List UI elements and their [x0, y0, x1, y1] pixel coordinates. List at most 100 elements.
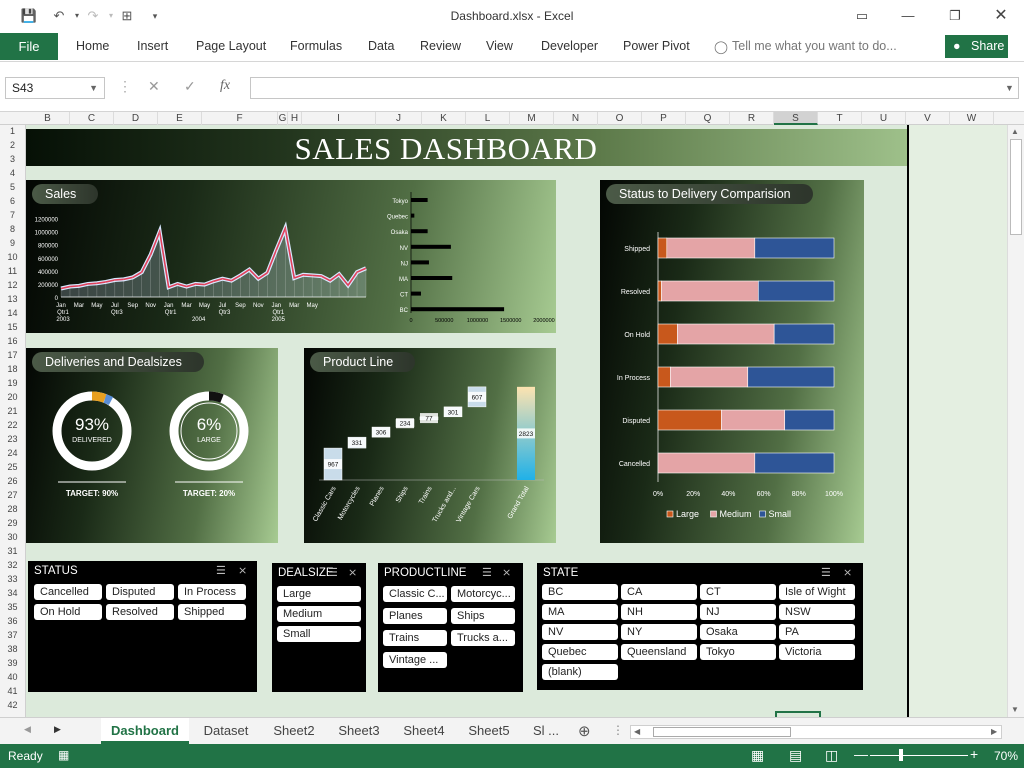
add-sheet-icon[interactable]: ⊕ [578, 722, 591, 740]
page-break-view-icon[interactable]: ◫ [825, 747, 838, 764]
row-header[interactable]: 19 [0, 377, 25, 390]
prev-sheet-icon[interactable]: ◀ [24, 724, 31, 735]
column-header[interactable]: O [598, 112, 642, 125]
minimize-icon[interactable]: — [897, 6, 919, 26]
row-header[interactable]: 35 [0, 601, 25, 614]
slicer-item[interactable]: MA [542, 604, 618, 620]
row-header[interactable]: 9 [0, 237, 25, 250]
tab-splitter-icon[interactable]: ⋮ [612, 723, 624, 737]
scroll-right-icon[interactable]: ▶ [991, 727, 997, 736]
column-header[interactable]: V [906, 112, 950, 125]
row-header[interactable]: 8 [0, 223, 25, 236]
slicer-item[interactable]: NJ [700, 604, 776, 620]
slicer-item[interactable]: Trains [383, 630, 447, 646]
vertical-scrollbar[interactable]: ▲ ▼ [1007, 125, 1024, 717]
insert-function-icon[interactable]: fx [220, 78, 230, 94]
row-header[interactable]: 7 [0, 209, 25, 222]
row-header[interactable]: 30 [0, 531, 25, 544]
column-header[interactable]: B [26, 112, 70, 125]
tell-me-search[interactable]: Tell me what you want to do... [732, 39, 897, 53]
slicer-item[interactable]: Large [277, 586, 361, 602]
slicer-item[interactable]: Trucks a... [451, 630, 515, 646]
row-header[interactable]: 21 [0, 405, 25, 418]
column-header[interactable]: C [70, 112, 114, 125]
file-tab[interactable]: File [0, 33, 58, 60]
row-header[interactable]: 26 [0, 475, 25, 488]
chevron-down-icon[interactable]: ▼ [89, 78, 98, 98]
clear-filter-icon[interactable]: ⨯ [502, 566, 511, 579]
row-header[interactable]: 33 [0, 573, 25, 586]
normal-view-icon[interactable]: ▦ [751, 747, 764, 764]
slicer-item[interactable]: Motorcyc... [451, 586, 515, 602]
slicer-item[interactable]: On Hold [34, 604, 102, 620]
slicer-item[interactable]: CA [621, 584, 697, 600]
column-header[interactable]: H [288, 112, 302, 125]
row-header[interactable]: 40 [0, 671, 25, 684]
row-header[interactable]: 4 [0, 167, 25, 180]
row-header[interactable]: 20 [0, 391, 25, 404]
tab-page-layout[interactable]: Page Layout [196, 39, 266, 53]
row-header[interactable]: 12 [0, 279, 25, 292]
column-header[interactable]: F [202, 112, 278, 125]
slicer-item[interactable]: Disputed [106, 584, 174, 600]
slicer-item[interactable]: Medium [277, 606, 361, 622]
tab-power-pivot[interactable]: Power Pivot [623, 39, 690, 53]
column-header[interactable]: P [642, 112, 686, 125]
column-header[interactable]: W [950, 112, 994, 125]
row-header[interactable]: 37 [0, 629, 25, 642]
sheet-tab-sheet4[interactable]: Sheet4 [393, 718, 455, 744]
slicer-item[interactable]: NV [542, 624, 618, 640]
column-header[interactable]: J [376, 112, 422, 125]
zoom-out-icon[interactable]: — [854, 746, 868, 762]
column-header[interactable]: D [114, 112, 158, 125]
column-header[interactable]: R [730, 112, 774, 125]
multi-select-icon[interactable]: ☰ [328, 566, 338, 579]
row-header[interactable]: 31 [0, 545, 25, 558]
sheet-tab-dashboard[interactable]: Dashboard [101, 718, 189, 744]
tab-review[interactable]: Review [420, 39, 461, 53]
row-header[interactable]: 2 [0, 139, 25, 152]
slicer-item[interactable]: Osaka [700, 624, 776, 640]
clear-filter-icon[interactable]: ⨯ [238, 564, 247, 577]
multi-select-icon[interactable]: ☰ [216, 564, 226, 577]
expand-formula-icon[interactable]: ▼ [1005, 83, 1014, 93]
slicer-item[interactable]: Victoria [779, 644, 855, 660]
row-header[interactable]: 17 [0, 349, 25, 362]
sheet-tab-sheet5[interactable]: Sheet5 [458, 718, 520, 744]
slicer-item[interactable]: (blank) [542, 664, 618, 680]
multi-select-icon[interactable]: ☰ [821, 566, 831, 579]
slicer-item[interactable]: Small [277, 626, 361, 642]
row-header[interactable]: 1 [0, 125, 25, 138]
formula-input[interactable] [250, 77, 1019, 99]
row-header[interactable]: 34 [0, 587, 25, 600]
column-header[interactable]: M [510, 112, 554, 125]
row-header[interactable]: 15 [0, 321, 25, 334]
sheet-tab-more[interactable]: Sl ... [523, 718, 569, 744]
row-header[interactable]: 39 [0, 657, 25, 670]
slicer-item[interactable]: Ships [451, 608, 515, 624]
column-header[interactable]: U [862, 112, 906, 125]
tab-developer[interactable]: Developer [541, 39, 598, 53]
share-button[interactable]: ● Share [945, 35, 1008, 58]
worksheet-grid[interactable]: SALES DASHBOARD Sales 0 200000 400000 60000… [26, 125, 1007, 717]
enter-icon[interactable]: ✓ [184, 78, 196, 95]
column-header[interactable]: N [554, 112, 598, 125]
scroll-left-icon[interactable]: ◀ [634, 727, 640, 736]
multi-select-icon[interactable]: ☰ [482, 566, 492, 579]
row-header[interactable]: 42 [0, 699, 25, 712]
slicer-item[interactable]: NSW [779, 604, 855, 620]
row-header[interactable]: 41 [0, 685, 25, 698]
row-header[interactable]: 13 [0, 293, 25, 306]
tab-formulas[interactable]: Formulas [290, 39, 342, 53]
row-header[interactable]: 28 [0, 503, 25, 516]
row-header[interactable]: 27 [0, 489, 25, 502]
row-header[interactable]: 14 [0, 307, 25, 320]
slicer-item[interactable]: In Process [178, 584, 246, 600]
slicer-item[interactable]: Vintage ... [383, 652, 447, 668]
horizontal-scrollbar[interactable]: ◀ ▶ [630, 725, 1002, 739]
scroll-thumb[interactable] [653, 727, 791, 737]
tab-view[interactable]: View [486, 39, 513, 53]
tab-data[interactable]: Data [368, 39, 394, 53]
slicer-item[interactable]: Cancelled [34, 584, 102, 600]
slicer-item[interactable]: NH [621, 604, 697, 620]
